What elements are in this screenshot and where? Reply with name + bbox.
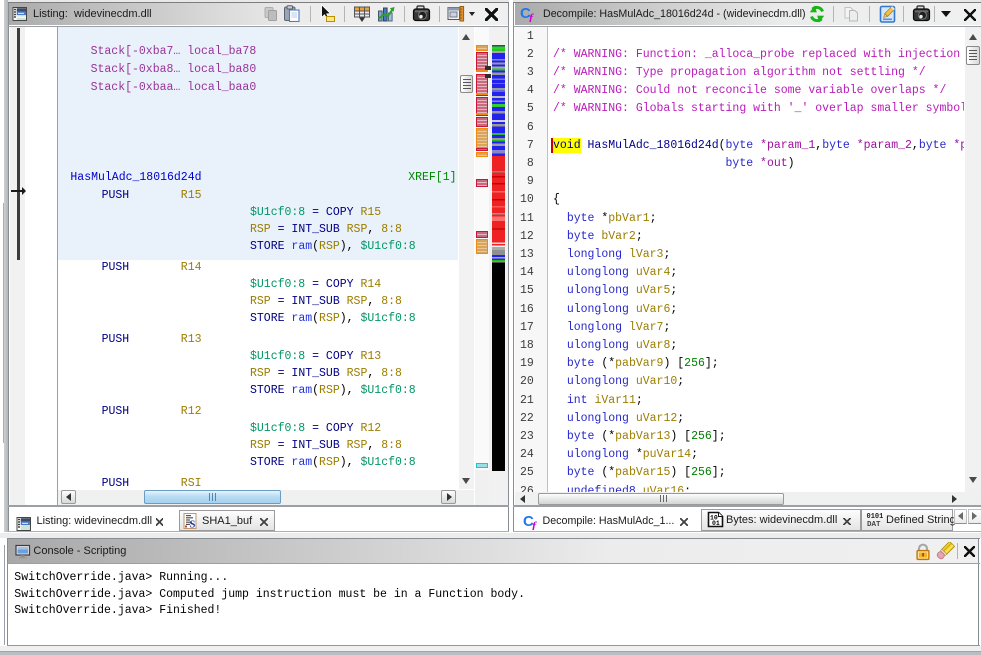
svg-text:S: S bbox=[190, 519, 196, 529]
svg-text:01: 01 bbox=[712, 520, 720, 527]
svg-text:f: f bbox=[532, 518, 537, 530]
svg-text:0101: 0101 bbox=[866, 513, 883, 521]
svg-text:DAT: DAT bbox=[867, 521, 881, 528]
